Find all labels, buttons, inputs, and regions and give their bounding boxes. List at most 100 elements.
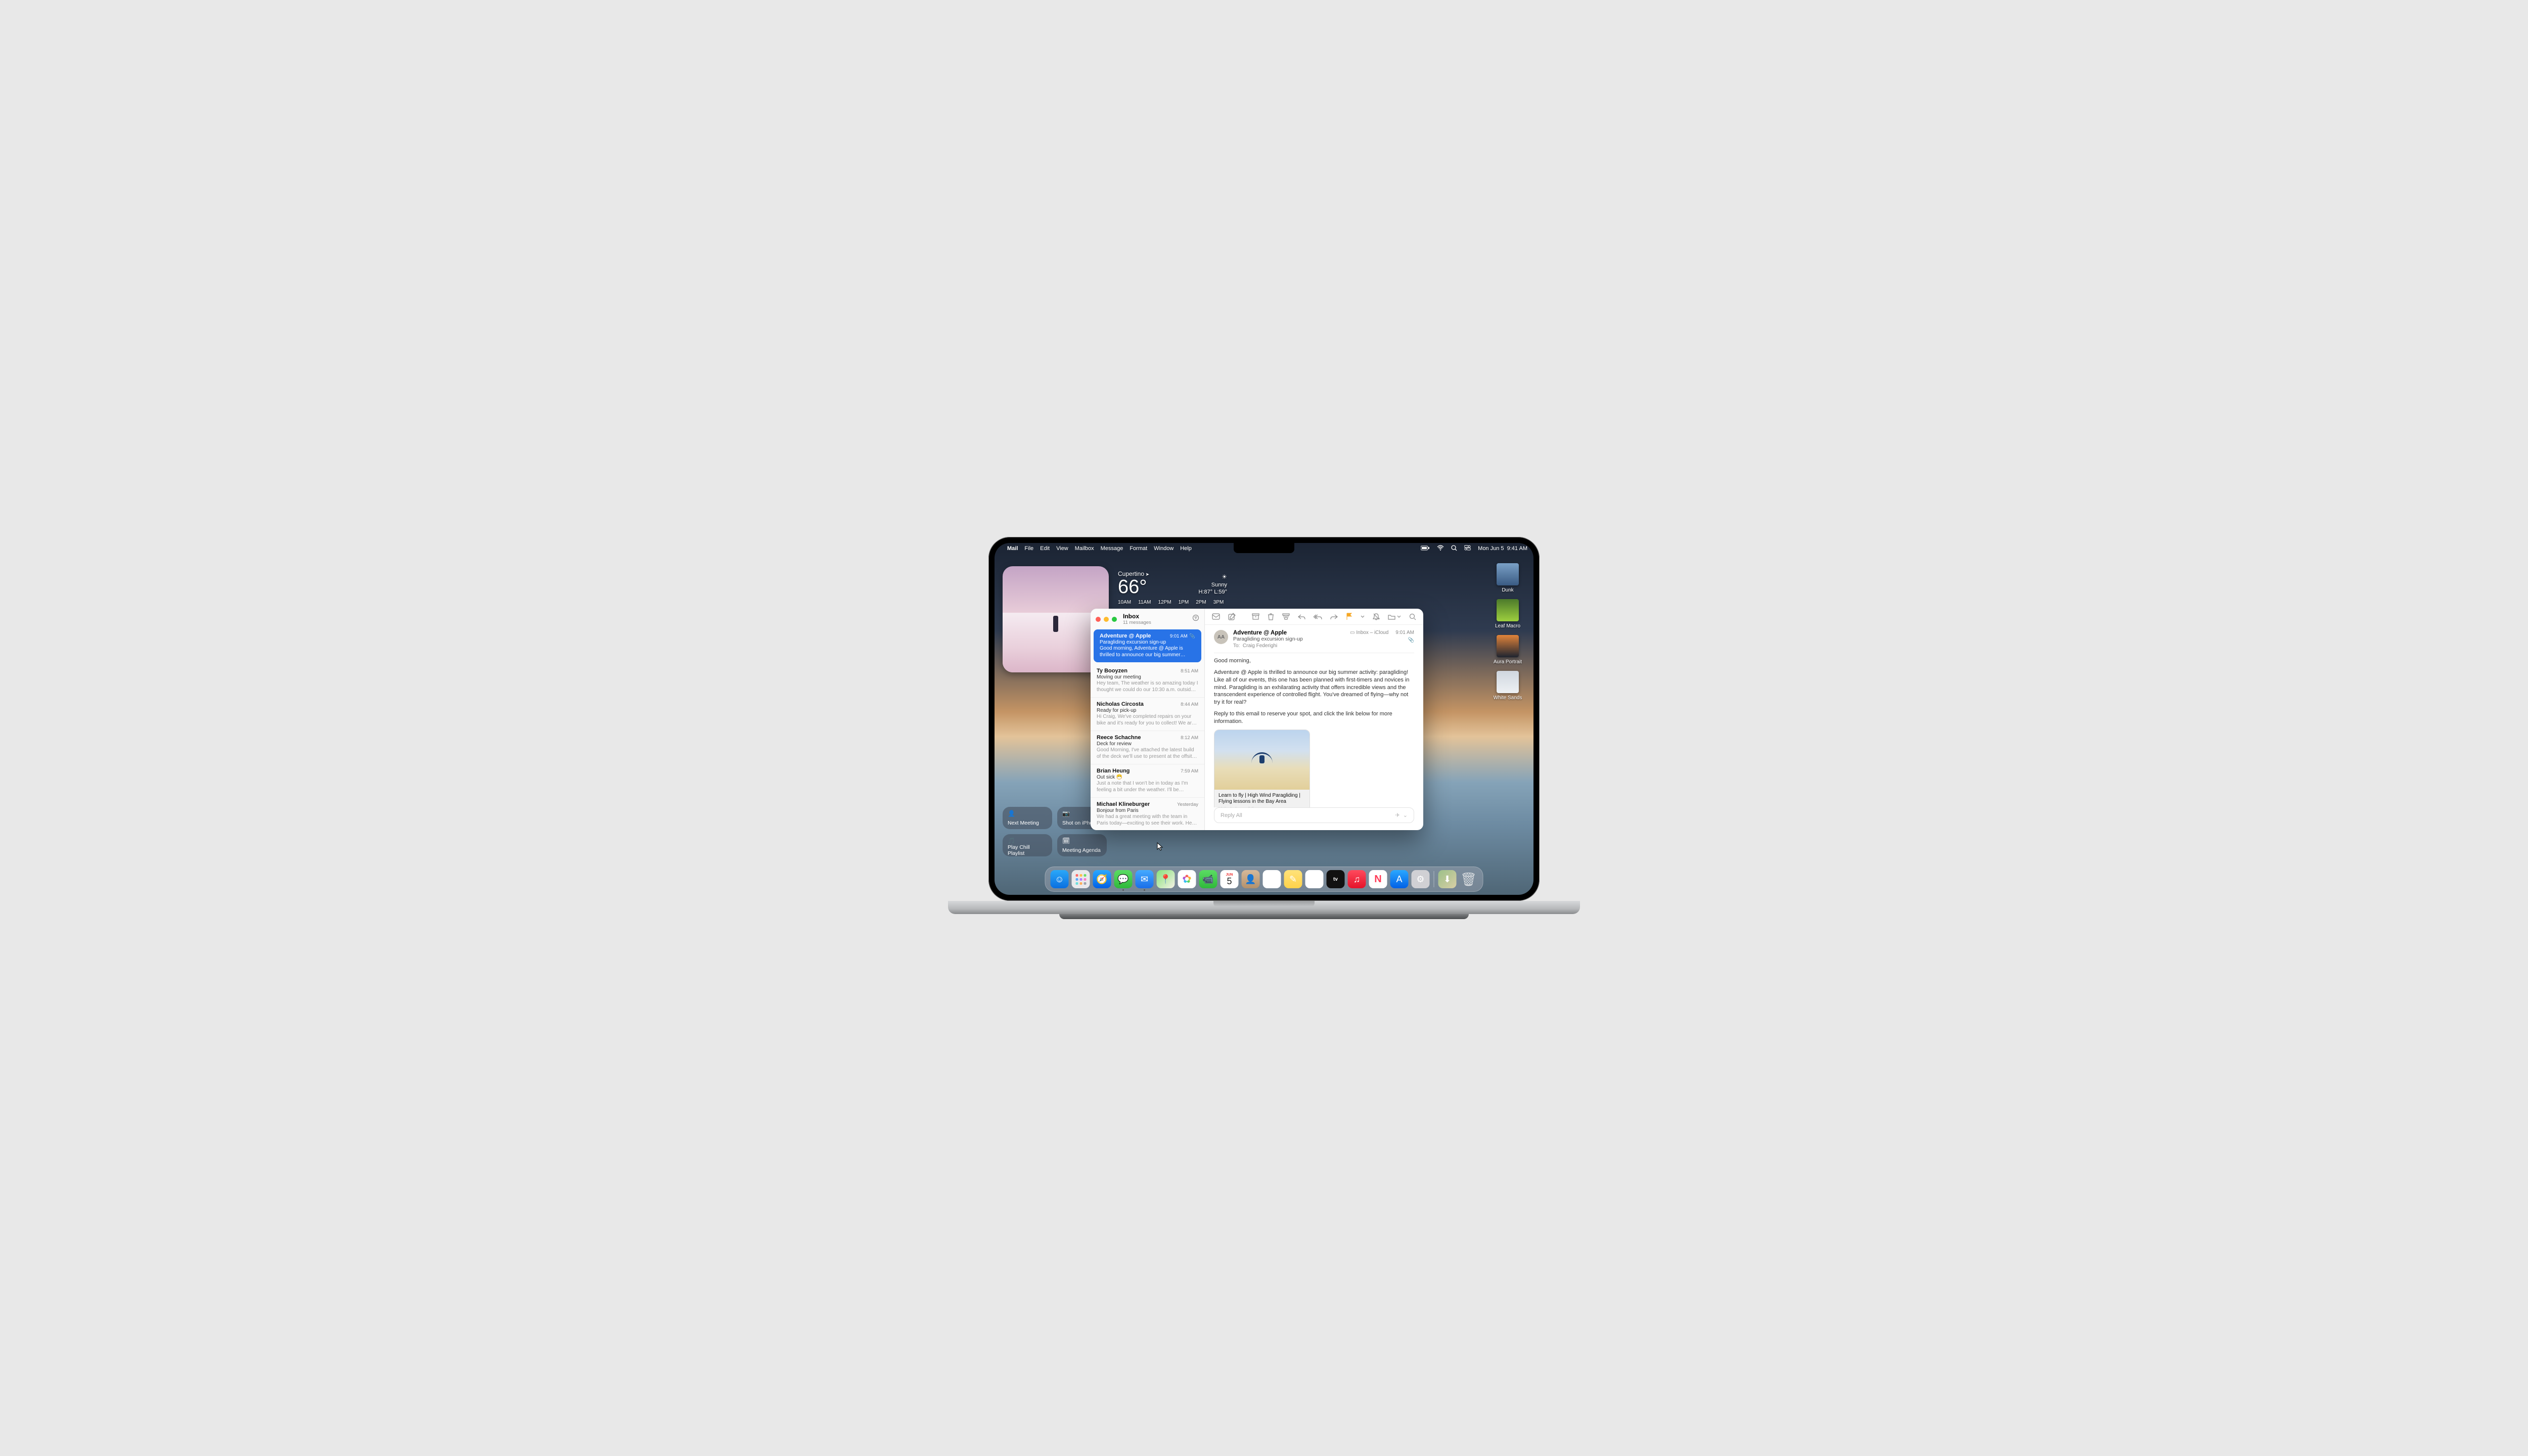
menu-item[interactable]: Help: [1180, 545, 1192, 552]
window-traffic-lights: [1096, 617, 1117, 622]
message-subject: Ready for pick-up: [1097, 708, 1198, 713]
sender-name: Adventure @ Apple: [1233, 630, 1303, 636]
message-from: Brian Heung: [1097, 768, 1130, 774]
menu-item[interactable]: View: [1056, 545, 1068, 552]
to-label: To:: [1233, 643, 1240, 649]
menu-item[interactable]: Edit: [1040, 545, 1050, 552]
message-list-item[interactable]: Michael KlineburgerYesterdayBonjour from…: [1091, 798, 1204, 830]
app-menu[interactable]: Mail: [1007, 545, 1018, 552]
mailbox-indicator: ▭ Inbox – iCloud: [1350, 630, 1388, 635]
shortcut-icon: 👤: [1008, 810, 1047, 817]
dock-trash-icon[interactable]: 🗑: [1460, 870, 1478, 888]
spotlight-icon[interactable]: [1451, 545, 1457, 553]
message-list-item[interactable]: Adventure @ Apple9:01 AM📎Paragliding exc…: [1094, 629, 1201, 662]
desktop-file[interactable]: Aura Portrait: [1489, 635, 1526, 665]
desktop-file[interactable]: Leaf Macro: [1489, 599, 1526, 629]
dock-mail-icon[interactable]: ✉: [1136, 870, 1154, 888]
message-body-text: Reply to this email to reserve your spot…: [1214, 710, 1414, 725]
shortcut-tile[interactable]: 🗓Meeting Agenda: [1057, 834, 1107, 856]
file-label: Dunk: [1502, 587, 1513, 593]
desktop-file[interactable]: White Sands: [1489, 671, 1526, 701]
battery-icon[interactable]: [1421, 545, 1430, 552]
shortcut-icon: 🗓: [1062, 837, 1102, 844]
message-preview: Just a note that I won't be in today as …: [1097, 781, 1198, 793]
menu-item[interactable]: File: [1024, 545, 1033, 552]
control-center-icon[interactable]: [1464, 545, 1471, 552]
forward-icon[interactable]: [1330, 614, 1338, 620]
dock-tv-icon[interactable]: tv: [1327, 870, 1345, 888]
trash-icon[interactable]: [1268, 613, 1274, 620]
close-button[interactable]: [1096, 617, 1101, 622]
file-label: Aura Portrait: [1494, 659, 1522, 665]
dock-safari-icon[interactable]: 🧭: [1093, 870, 1111, 888]
menubar-clock[interactable]: Mon Jun 5 9:41 AM: [1478, 545, 1527, 552]
menu-item[interactable]: Format: [1130, 545, 1147, 552]
message-time: 8:51 AM: [1181, 668, 1198, 674]
shortcut-tile[interactable]: 👤Next Meeting: [1003, 807, 1052, 829]
message-list-item[interactable]: Reece Schachne8:12 AMDeck for reviewGood…: [1091, 731, 1204, 764]
message-list-item[interactable]: Ty Booyzen8:51 AMMoving our meetingHey t…: [1091, 664, 1204, 698]
message-time: 9:01 AM: [1395, 630, 1414, 635]
filter-button[interactable]: [1192, 614, 1199, 624]
attachment-icon[interactable]: 📎: [1408, 638, 1414, 643]
dock-finder-icon[interactable]: ☺: [1051, 870, 1069, 888]
junk-icon[interactable]: [1282, 613, 1290, 620]
mute-icon[interactable]: [1373, 613, 1380, 620]
desktop-file[interactable]: Dunk: [1489, 563, 1526, 593]
search-icon[interactable]: [1409, 613, 1416, 620]
dock-music-icon[interactable]: ♫: [1348, 870, 1366, 888]
wifi-icon[interactable]: [1437, 545, 1444, 552]
dock-notes-icon[interactable]: ✎: [1284, 870, 1302, 888]
dock-freeform-icon[interactable]: ✏: [1305, 870, 1324, 888]
dock-reminders-icon[interactable]: ☑: [1263, 870, 1281, 888]
menu-item[interactable]: Mailbox: [1075, 545, 1094, 552]
message-from: Adventure @ Apple: [1100, 633, 1151, 639]
weather-sun-icon: ☀: [1199, 573, 1228, 581]
link-preview-image: [1214, 730, 1310, 790]
dock-calendar-icon[interactable]: JUN5: [1221, 870, 1239, 888]
message-list-item[interactable]: Brian Heung7:59 AMOut sick 😷Just a note …: [1091, 764, 1204, 798]
dock-news-icon[interactable]: N: [1369, 870, 1387, 888]
dock-downloads-icon[interactable]: ⬇: [1438, 870, 1457, 888]
message-from: Nicholas Circosta: [1097, 701, 1144, 707]
dock-photos-icon[interactable]: ✿: [1178, 870, 1196, 888]
sender-avatar: AA: [1214, 630, 1228, 644]
reply-icon[interactable]: [1298, 614, 1305, 620]
to-recipient: Craig Federighi: [1243, 643, 1277, 649]
dock-settings-icon[interactable]: ⚙: [1412, 870, 1430, 888]
minimize-button[interactable]: [1104, 617, 1109, 622]
message-subject: Deck for review: [1097, 741, 1198, 747]
shortcut-tile[interactable]: 🎵Play Chill Playlist: [1003, 834, 1052, 856]
mailbox-title: Inbox: [1123, 613, 1151, 620]
reply-options-chevron-icon[interactable]: ⌄: [1403, 812, 1408, 818]
message-list-item[interactable]: Nicholas Circosta8:44 AMReady for pick-u…: [1091, 698, 1204, 731]
menu-item[interactable]: Message: [1101, 545, 1123, 552]
compose-icon[interactable]: [1228, 613, 1236, 620]
shortcut-label: Play Chill Playlist: [1008, 844, 1047, 856]
dock-contacts-icon[interactable]: 👤: [1242, 870, 1260, 888]
laptop-foot: [1059, 914, 1469, 919]
send-icon[interactable]: ✈: [1395, 812, 1400, 818]
message-preview: We had a great meeting with the team in …: [1097, 814, 1198, 827]
envelope-icon[interactable]: [1212, 613, 1220, 620]
flag-menu-chevron-icon[interactable]: [1361, 615, 1365, 618]
dock-facetime-icon[interactable]: 📹: [1199, 870, 1217, 888]
dock-messages-icon[interactable]: 💬: [1114, 870, 1133, 888]
link-preview-card[interactable]: Learn to fly | High Wind Paragliding | F…: [1214, 730, 1310, 807]
quick-reply-field[interactable]: Reply All ✈ ⌄: [1214, 807, 1414, 823]
fullscreen-button[interactable]: [1112, 617, 1117, 622]
menu-item[interactable]: Window: [1154, 545, 1173, 552]
archive-icon[interactable]: [1252, 613, 1259, 620]
move-icon[interactable]: [1388, 614, 1401, 620]
mail-toolbar: [1205, 609, 1423, 625]
mailbox-subtitle: 11 messages: [1123, 620, 1151, 625]
reply-all-icon[interactable]: [1314, 614, 1322, 620]
dock-maps-icon[interactable]: 📍: [1157, 870, 1175, 888]
file-thumbnail: [1497, 599, 1519, 621]
dock-launchpad-icon[interactable]: [1072, 870, 1090, 888]
dock-appstore-icon[interactable]: A: [1390, 870, 1409, 888]
flag-icon[interactable]: [1346, 613, 1352, 620]
attachment-icon: 📎: [1190, 633, 1195, 639]
message-subject: Paragliding excursion sign-up: [1233, 636, 1303, 642]
message-preview: Good Morning, I've attached the latest b…: [1097, 747, 1198, 760]
